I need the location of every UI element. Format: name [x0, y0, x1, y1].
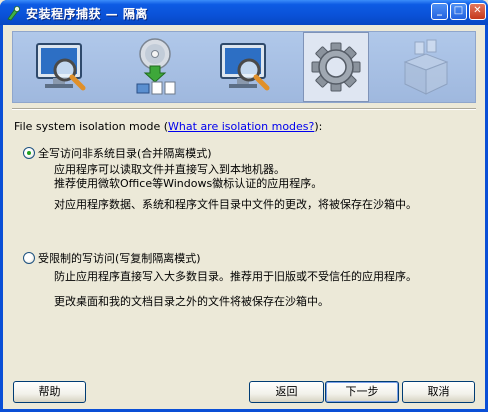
disc-install-icon	[136, 38, 176, 95]
isolation-help-link[interactable]: What are isolation modes?	[168, 120, 314, 133]
window-title: 安装程序捕获 — 隔离	[26, 7, 148, 21]
monitor-magnifier-icon	[36, 43, 86, 91]
step-scan-after	[213, 32, 279, 102]
merged-mode-desc-3: 对应用程序数据、系统和程序文件目录中文件的更改，将被保存在沙箱中。	[54, 198, 417, 211]
installer-window: 安装程序捕获 — 隔离 _ □ ✕ File system isolation …	[0, 0, 488, 412]
title-bar[interactable]: 安装程序捕获 — 隔离 _ □ ✕	[0, 0, 488, 25]
write-copy-mode-radio[interactable]	[23, 252, 35, 264]
back-button[interactable]: 返回	[249, 381, 324, 403]
banner-separator	[12, 108, 476, 110]
merged-mode-radio[interactable]	[23, 147, 35, 159]
close-button[interactable]: ✕	[469, 3, 486, 20]
radio-selected-dot	[27, 151, 31, 155]
gear-icon	[311, 42, 361, 92]
write-copy-mode-desc-1: 防止应用程序直接写入大多数目录。推荐用于旧版或不受信任的应用程序。	[54, 270, 417, 283]
isolation-mode-suffix: ):	[314, 120, 323, 133]
next-button[interactable]: 下一步	[325, 381, 399, 403]
minimize-button[interactable]: _	[431, 3, 448, 20]
cancel-button[interactable]: 取消	[402, 381, 475, 403]
merged-mode-desc-2: 推荐使用微软Office等Windows徽标认证的应用程序。	[54, 177, 323, 190]
isolation-mode-text: File system isolation mode (	[14, 120, 169, 133]
dialog-body: File system isolation mode (What are iso…	[3, 25, 485, 409]
write-copy-mode-desc-2: 更改桌面和我的文档目录之外的文件将被保存在沙箱中。	[54, 295, 329, 308]
package-box-icon	[403, 39, 449, 95]
app-icon	[7, 6, 20, 21]
step-scan-before	[29, 32, 95, 102]
maximize-button[interactable]: □	[450, 3, 467, 20]
monitor-magnifier-icon	[220, 43, 270, 91]
merged-mode-label[interactable]: 全写访问非系统目录(合并隔离模式)	[38, 145, 212, 161]
step-isolation	[303, 32, 369, 102]
isolation-mode-label: File system isolation mode (What are iso…	[14, 120, 322, 133]
step-package	[393, 32, 459, 102]
step-install	[123, 32, 189, 102]
help-button[interactable]: 帮助	[13, 381, 86, 403]
write-copy-mode-label[interactable]: 受限制的写访问(写复制隔离模式)	[38, 250, 201, 266]
wizard-steps-banner	[12, 31, 476, 103]
